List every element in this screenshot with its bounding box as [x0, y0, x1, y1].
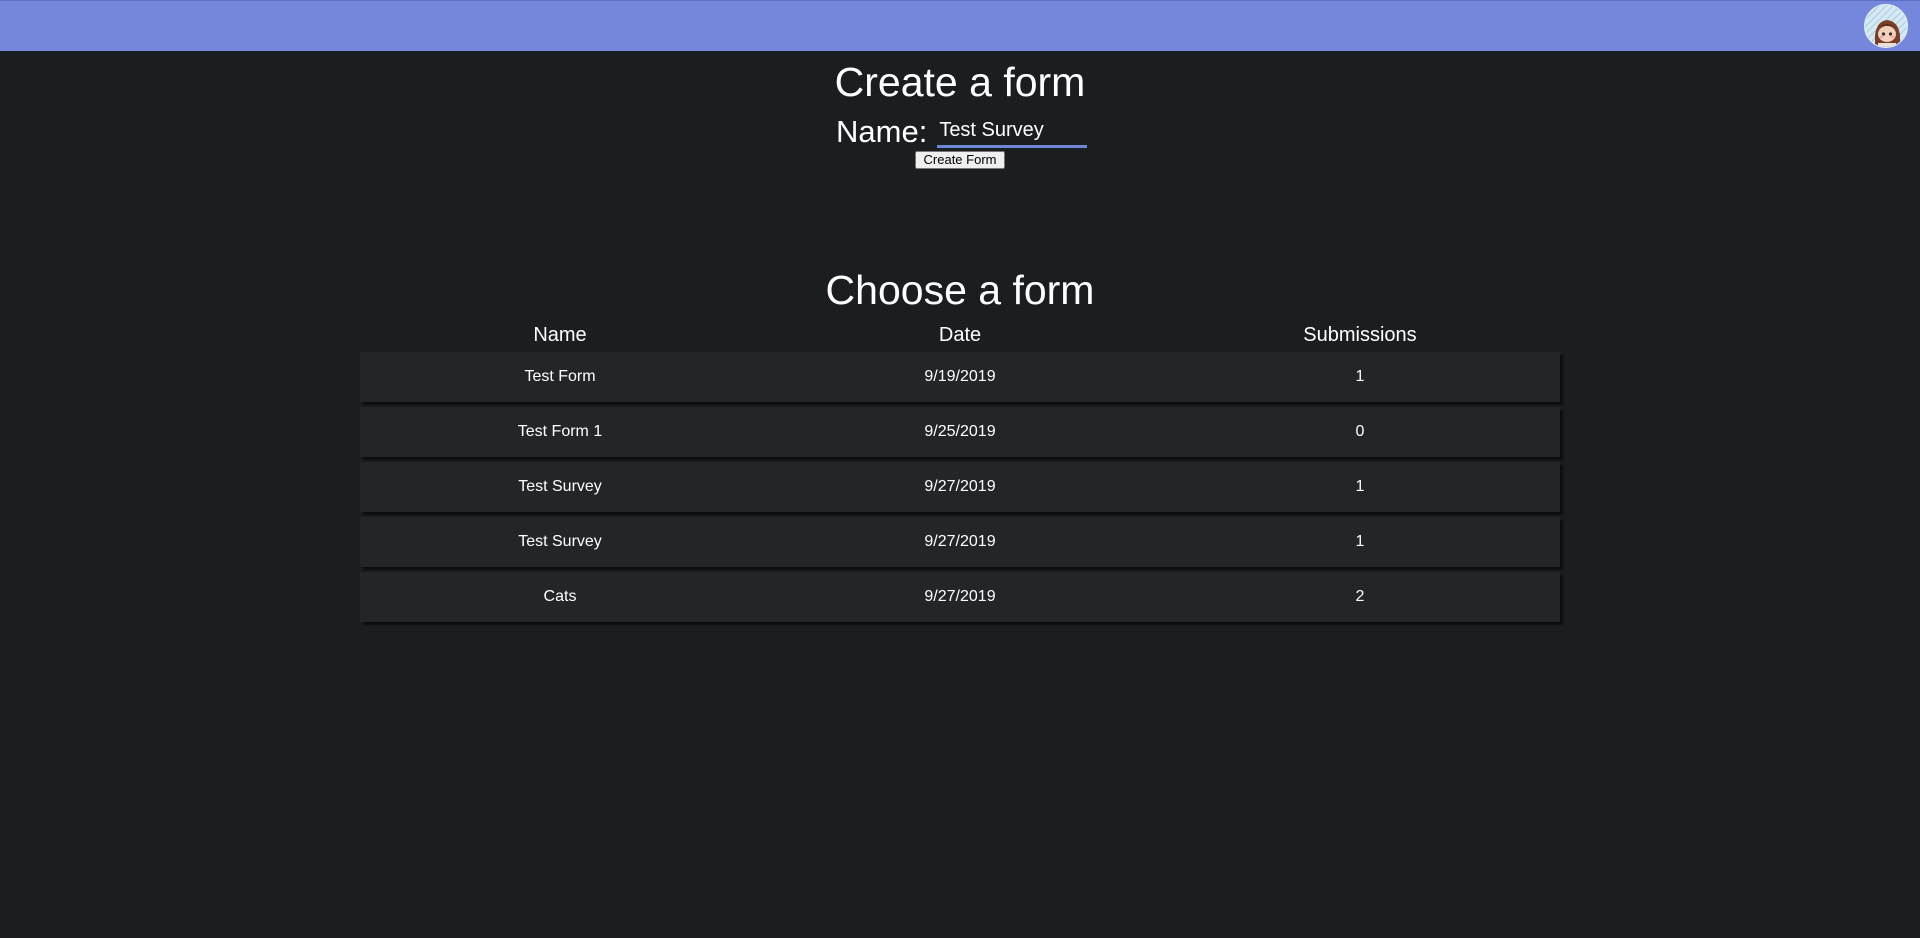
- row-date: 9/27/2019: [924, 588, 996, 605]
- forms-table: Name Date Submissions Test Form 9/19/201…: [360, 320, 1560, 627]
- column-header-submissions: Submissions: [1303, 324, 1417, 346]
- row-name: Test Form 1: [517, 423, 603, 440]
- row-name: Test Survey: [518, 533, 602, 550]
- row-date: 9/27/2019: [924, 478, 996, 495]
- row-date: 9/19/2019: [924, 368, 996, 385]
- create-form-title: Create a form: [834, 59, 1086, 105]
- table-row[interactable]: Cats 9/27/2019 2: [360, 572, 1560, 622]
- row-name: Test Survey: [518, 478, 602, 495]
- row-name: Test Form: [524, 368, 596, 385]
- table-body: Test Form 9/19/2019 1 Test Form 1 9/25/2…: [360, 352, 1560, 622]
- row-name: Cats: [543, 588, 577, 605]
- table-row[interactable]: Test Form 1 9/25/2019 0: [360, 407, 1560, 457]
- table-row[interactable]: Test Survey 9/27/2019 1: [360, 462, 1560, 512]
- user-avatar-icon[interactable]: [1864, 4, 1908, 48]
- choose-form-title: Choose a form: [825, 267, 1095, 313]
- row-submissions: 1: [1355, 368, 1365, 385]
- row-submissions: 0: [1355, 423, 1365, 440]
- avatar-illustration-icon: [1865, 5, 1907, 47]
- row-submissions: 1: [1355, 478, 1365, 495]
- name-label: Name:: [836, 114, 928, 149]
- table-row[interactable]: Test Form 9/19/2019 1: [360, 352, 1560, 402]
- column-header-date: Date: [938, 324, 982, 346]
- form-name-input[interactable]: [937, 116, 1088, 148]
- top-nav-bar: [0, 0, 1920, 51]
- row-submissions: 1: [1355, 533, 1365, 550]
- table-header: Name Date Submissions: [360, 320, 1560, 350]
- table-row[interactable]: Test Survey 9/27/2019 1: [360, 517, 1560, 567]
- column-header-name: Name: [533, 324, 587, 346]
- name-row: Name:: [836, 112, 1088, 152]
- row-date: 9/25/2019: [924, 423, 996, 440]
- row-date: 9/27/2019: [924, 533, 996, 550]
- create-form-button[interactable]: Create Form: [915, 151, 1005, 169]
- row-submissions: 2: [1355, 588, 1365, 605]
